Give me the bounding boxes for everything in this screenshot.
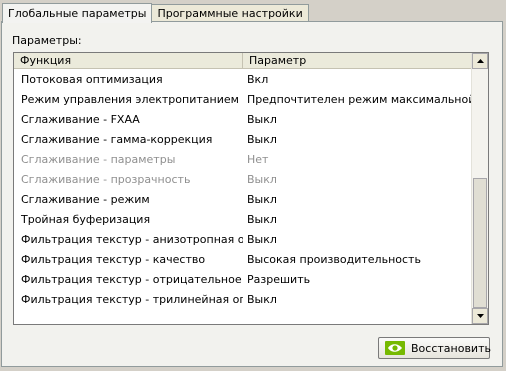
table-row[interactable]: Сглаживание - прозрачность Выкл — [14, 169, 472, 189]
tab-global-settings[interactable]: Глобальные параметры — [2, 3, 153, 23]
scroll-down-button[interactable] — [472, 308, 488, 324]
arrow-down-icon — [476, 314, 484, 318]
row-function: Потоковая оптимизация — [21, 72, 163, 86]
scroll-thumb[interactable] — [473, 178, 487, 308]
scroll-up-button[interactable] — [472, 53, 488, 69]
arrow-up-icon — [476, 59, 484, 63]
row-setting-value[interactable]: Выкл — [243, 293, 472, 306]
list-rows: Потоковая оптимизация Вкл Режим управления… — [14, 69, 472, 309]
row-function: Фильтрация текстур - качество — [21, 252, 206, 266]
column-header-setting[interactable]: Параметр — [243, 53, 472, 68]
table-row[interactable]: Сглаживание - FXAA Выкл — [14, 109, 472, 129]
row-function: Сглаживание - режим — [21, 192, 150, 206]
tab-program-settings[interactable]: Программные настройки — [152, 4, 309, 22]
row-setting-value[interactable]: Высокая производительность — [243, 253, 472, 266]
table-row[interactable]: Сглаживание - режим Выкл — [14, 189, 472, 209]
table-row[interactable]: Фильтрация текстур - трилинейная опт... В… — [14, 289, 472, 309]
row-setting-value[interactable]: Выкл — [243, 193, 472, 206]
row-setting-value[interactable]: Выкл — [243, 233, 472, 246]
restore-button[interactable]: Восстановить — [378, 337, 491, 359]
row-setting-value[interactable]: Выкл — [243, 173, 472, 186]
table-row[interactable]: Фильтрация текстур - качество Высокая про… — [14, 249, 472, 269]
row-setting-value[interactable]: Разрешить — [243, 273, 472, 286]
vertical-scrollbar[interactable] — [471, 53, 488, 324]
row-setting-value[interactable]: Выкл — [243, 213, 472, 226]
column-header-function[interactable]: Функция — [14, 53, 243, 68]
row-function: Сглаживание - прозрачность — [21, 172, 191, 186]
params-label: Параметры: — [12, 34, 82, 47]
row-setting-value[interactable]: Вкл — [243, 73, 472, 86]
tab-program-settings-label: Программные настройки — [157, 7, 303, 20]
table-row[interactable]: Потоковая оптимизация Вкл — [14, 69, 472, 89]
row-function: Тройная буферизация — [21, 212, 151, 226]
settings-list: Функция Параметр Потоковая оптимизация Вк… — [13, 52, 489, 325]
row-setting-value[interactable]: Выкл — [243, 113, 472, 126]
row-setting-value[interactable]: Выкл — [243, 133, 472, 146]
table-row[interactable]: Тройная буферизация Выкл — [14, 209, 472, 229]
table-row[interactable]: Режим управления электропитанием Предпочт… — [14, 89, 472, 109]
row-function: Сглаживание - гамма-коррекция — [21, 132, 213, 146]
table-row[interactable]: Сглаживание - параметры Нет — [14, 149, 472, 169]
table-row[interactable]: Фильтрация текстур - анизотропная оп... В… — [14, 229, 472, 249]
list-header: Функция Параметр — [14, 53, 472, 69]
nvidia-logo-icon — [385, 341, 405, 355]
row-setting-value[interactable]: Нет — [243, 153, 472, 166]
row-function: Фильтрация текстур - анизотропная оп... — [21, 232, 243, 246]
row-function: Фильтрация текстур - трилинейная опт... — [21, 292, 243, 306]
row-setting-value[interactable]: Предпочтителен режим максимальной п... — [243, 93, 472, 106]
table-row[interactable]: Фильтрация текстур - отрицательное о... Р… — [14, 269, 472, 289]
table-row[interactable]: Сглаживание - гамма-коррекция Выкл — [14, 129, 472, 149]
tab-global-settings-label: Глобальные параметры — [8, 7, 147, 20]
restore-button-label: Восстановить — [411, 341, 491, 355]
tab-strip: Глобальные параметры Программные настрой… — [2, 2, 309, 23]
row-function: Сглаживание - FXAA — [21, 112, 140, 126]
row-function: Режим управления электропитанием — [21, 92, 239, 106]
row-function: Фильтрация текстур - отрицательное о... — [21, 272, 243, 286]
row-function: Сглаживание - параметры — [21, 152, 176, 166]
